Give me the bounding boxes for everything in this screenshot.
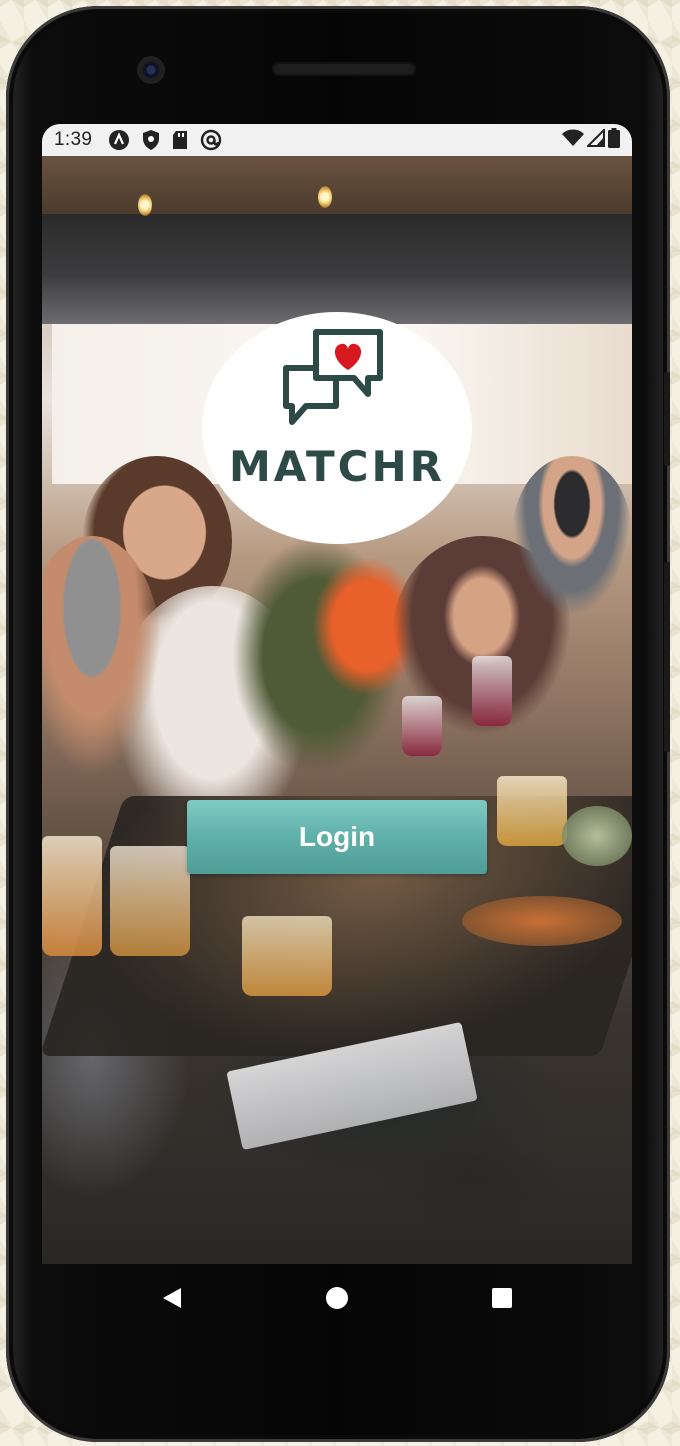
home-circle-icon (325, 1286, 349, 1315)
shield-icon (142, 129, 160, 151)
status-notification-icons (108, 129, 222, 151)
beer-glass (242, 916, 332, 996)
assistant-icon (108, 129, 130, 151)
signal-icon (585, 127, 605, 152)
photo-canopy-shade (42, 214, 632, 324)
wifi-icon (562, 129, 584, 152)
back-button[interactable] (152, 1280, 192, 1320)
home-button[interactable] (317, 1280, 357, 1320)
power-button (664, 372, 670, 466)
app-screen: 1:39 MATCHR Login (42, 124, 632, 1264)
sd-card-icon (172, 130, 188, 150)
beer-glass (110, 846, 190, 956)
diner (512, 456, 632, 616)
recents-square-icon (491, 1287, 513, 1314)
at-sign-icon (200, 129, 222, 151)
chat-bubbles-heart-icon (280, 326, 386, 435)
status-system-icons (562, 127, 620, 153)
recents-button[interactable] (482, 1280, 522, 1320)
login-button[interactable]: Login (187, 800, 487, 874)
matchr-logo: MATCHR (202, 312, 472, 544)
back-triangle-icon (161, 1286, 183, 1315)
beer-glass (497, 776, 567, 846)
status-bar: 1:39 (42, 124, 632, 156)
food-plate (462, 896, 622, 946)
earpiece-speaker (272, 62, 416, 76)
beer-glass (42, 836, 102, 956)
wine-glass (472, 656, 512, 726)
string-light (138, 194, 152, 216)
logo-text: MATCHR (228, 442, 445, 491)
photo-canopy (42, 156, 632, 218)
wine-glass (402, 696, 442, 756)
battery-icon (608, 127, 620, 153)
salad-plate (562, 806, 632, 866)
front-camera (137, 56, 165, 84)
navigation-bar (42, 1264, 632, 1336)
status-time: 1:39 (54, 129, 93, 150)
volume-button (664, 562, 670, 752)
string-light (318, 186, 332, 208)
